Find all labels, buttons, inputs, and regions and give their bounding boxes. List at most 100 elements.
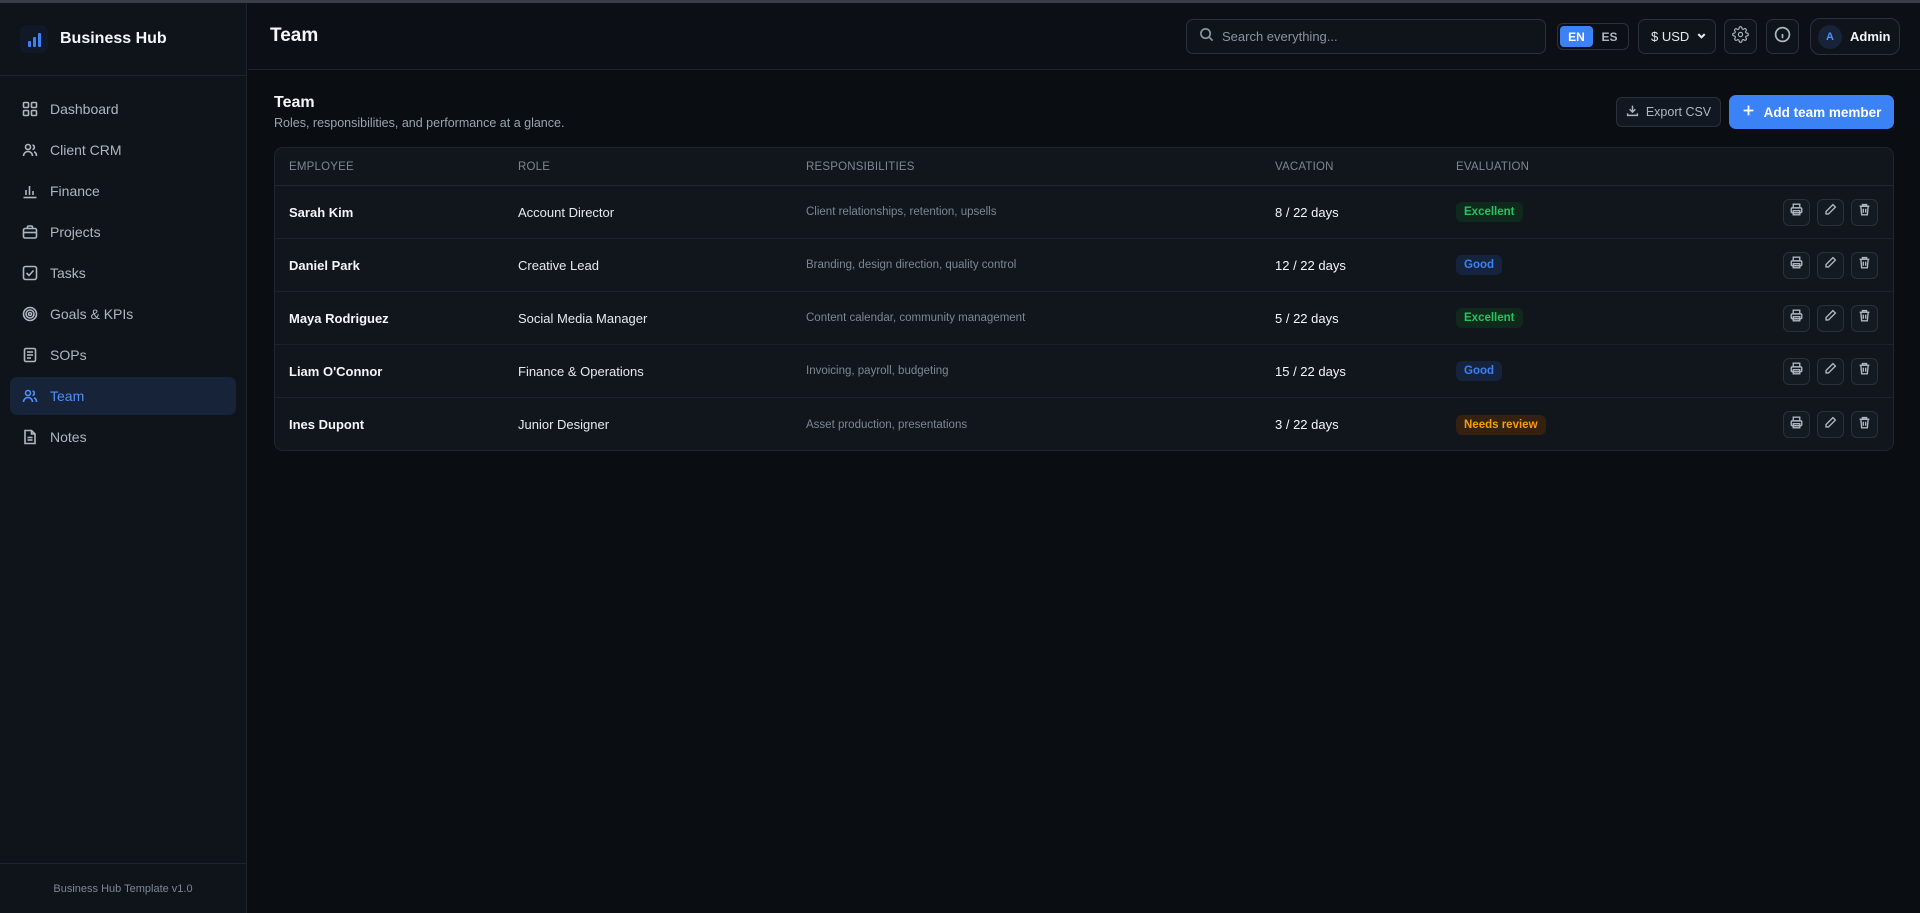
page-title: Team bbox=[274, 94, 315, 111]
table-row[interactable]: Maya Rodriguez Social Media Manager Cont… bbox=[275, 292, 1893, 345]
employee-vacation: 5 / 22 days bbox=[1275, 310, 1339, 326]
delete-button[interactable] bbox=[1851, 198, 1878, 226]
sidebar-item-dashboard[interactable]: Dashboard bbox=[10, 90, 236, 128]
column-header-employee: EMPLOYEE bbox=[289, 160, 354, 173]
evaluation-badge: Good bbox=[1456, 361, 1503, 381]
print-button[interactable] bbox=[1783, 357, 1810, 385]
brand[interactable]: Business Hub bbox=[0, 3, 246, 76]
table-row[interactable]: Liam O'Connor Finance & Operations Invoi… bbox=[275, 345, 1893, 398]
employee-vacation: 8 / 22 days bbox=[1275, 204, 1339, 220]
sidebar-item-label: SOPs bbox=[50, 347, 87, 363]
row-actions bbox=[1783, 411, 1878, 438]
evaluation-badge: Excellent bbox=[1456, 202, 1523, 222]
employee-name: Maya Rodriguez bbox=[289, 310, 389, 326]
employee-role: Creative Lead bbox=[518, 257, 599, 273]
trash-icon bbox=[1858, 309, 1871, 327]
sidebar-item-client-crm[interactable]: Client CRM bbox=[10, 131, 236, 169]
sidebar-item-label: Finance bbox=[50, 183, 100, 199]
sidebar-item-notes[interactable]: Notes bbox=[10, 418, 236, 456]
sidebar-item-sops[interactable]: SOPs bbox=[10, 336, 236, 374]
search-icon bbox=[1199, 27, 1222, 47]
gear-icon bbox=[1732, 25, 1749, 48]
employee-name: Ines Dupont bbox=[289, 417, 365, 432]
search-input[interactable] bbox=[1222, 29, 1522, 44]
info-button[interactable] bbox=[1766, 19, 1799, 54]
edit-button[interactable] bbox=[1817, 198, 1844, 226]
add-team-member-label: Add team member bbox=[1763, 104, 1882, 120]
table-row[interactable]: Daniel Park Creative Lead Branding, desi… bbox=[275, 239, 1893, 292]
print-button[interactable] bbox=[1783, 251, 1810, 279]
employee-responsibilities: Invoicing, payroll, budgeting bbox=[806, 365, 949, 377]
avatar: A bbox=[1818, 24, 1842, 49]
sidebar-item-goals-kpis[interactable]: Goals & KPIs bbox=[10, 295, 236, 333]
add-team-member-button[interactable]: Add team member bbox=[1729, 95, 1894, 129]
employee-responsibilities: Branding, design direction, quality cont… bbox=[806, 259, 1017, 271]
printer-icon bbox=[1790, 362, 1803, 380]
table-row[interactable]: Sarah Kim Account Director Client relati… bbox=[275, 186, 1893, 239]
delete-button[interactable] bbox=[1851, 411, 1878, 438]
pencil-icon bbox=[1824, 203, 1837, 221]
employee-role: Junior Designer bbox=[518, 417, 610, 432]
employee-name: Sarah Kim bbox=[289, 204, 354, 220]
sidebar-item-label: Notes bbox=[50, 429, 87, 445]
sidebar-item-label: Client CRM bbox=[50, 142, 122, 158]
search-box[interactable] bbox=[1186, 19, 1546, 54]
lang-es-button[interactable]: ES bbox=[1593, 26, 1626, 47]
printer-icon bbox=[1790, 309, 1803, 327]
checkbox-icon bbox=[22, 265, 38, 281]
column-header-evaluation: EVALUATION bbox=[1456, 160, 1530, 173]
printer-icon bbox=[1790, 203, 1803, 221]
trash-icon bbox=[1858, 362, 1871, 380]
target-icon bbox=[22, 306, 38, 322]
bar-chart-icon bbox=[22, 183, 38, 199]
pencil-icon bbox=[1824, 362, 1837, 380]
edit-button[interactable] bbox=[1817, 251, 1844, 279]
edit-button[interactable] bbox=[1817, 304, 1844, 332]
employee-responsibilities: Asset production, presentations bbox=[806, 418, 968, 431]
clipboard-icon bbox=[22, 347, 38, 363]
language-toggle: EN ES bbox=[1557, 23, 1629, 50]
currency-value: $ USD bbox=[1651, 29, 1690, 44]
lang-en-button[interactable]: EN bbox=[1560, 26, 1593, 47]
print-button[interactable] bbox=[1783, 411, 1810, 438]
sidebar-item-team[interactable]: Team bbox=[10, 377, 236, 415]
sidebar-footer: Business Hub Template v1.0 bbox=[0, 863, 246, 913]
chevron-down-icon bbox=[1696, 29, 1707, 44]
sidebar-item-tasks[interactable]: Tasks bbox=[10, 254, 236, 292]
team-icon bbox=[22, 388, 38, 404]
logo-icon bbox=[20, 25, 48, 53]
delete-button[interactable] bbox=[1851, 357, 1878, 385]
export-csv-button[interactable]: Export CSV bbox=[1616, 97, 1721, 127]
download-icon bbox=[1626, 104, 1646, 120]
pencil-icon bbox=[1824, 256, 1837, 274]
row-actions bbox=[1783, 198, 1878, 226]
print-button[interactable] bbox=[1783, 304, 1810, 332]
employee-name: Daniel Park bbox=[289, 257, 360, 273]
column-header-role: ROLE bbox=[518, 160, 551, 173]
sidebar-nav: Dashboard Client CRM Finance Projects Ta… bbox=[0, 76, 246, 456]
evaluation-badge: Good bbox=[1456, 255, 1503, 275]
delete-button[interactable] bbox=[1851, 304, 1878, 332]
export-csv-label: Export CSV bbox=[1645, 105, 1712, 119]
edit-button[interactable] bbox=[1817, 411, 1844, 438]
sidebar-item-label: Goals & KPIs bbox=[50, 306, 134, 322]
settings-button[interactable] bbox=[1724, 19, 1757, 54]
employee-vacation: 15 / 22 days bbox=[1275, 363, 1346, 379]
delete-button[interactable] bbox=[1851, 251, 1878, 279]
plus-icon bbox=[1742, 104, 1764, 120]
user-menu[interactable]: A Admin bbox=[1810, 18, 1900, 55]
column-header-responsibilities: RESPONSIBILITIES bbox=[806, 160, 915, 173]
employee-responsibilities: Client relationships, retention, upsells bbox=[806, 206, 997, 218]
sidebar-item-label: Dashboard bbox=[50, 101, 119, 117]
edit-button[interactable] bbox=[1817, 357, 1844, 385]
currency-select[interactable]: $ USD bbox=[1638, 19, 1716, 54]
print-button[interactable] bbox=[1783, 198, 1810, 226]
sidebar-item-projects[interactable]: Projects bbox=[10, 213, 236, 251]
table-row[interactable]: Ines Dupont Junior Designer Asset produc… bbox=[275, 398, 1893, 450]
employee-role: Social Media Manager bbox=[518, 310, 648, 326]
info-icon bbox=[1774, 26, 1791, 48]
employee-role: Finance & Operations bbox=[518, 363, 644, 379]
row-actions bbox=[1783, 304, 1878, 332]
printer-icon bbox=[1790, 256, 1803, 274]
sidebar-item-finance[interactable]: Finance bbox=[10, 172, 236, 210]
